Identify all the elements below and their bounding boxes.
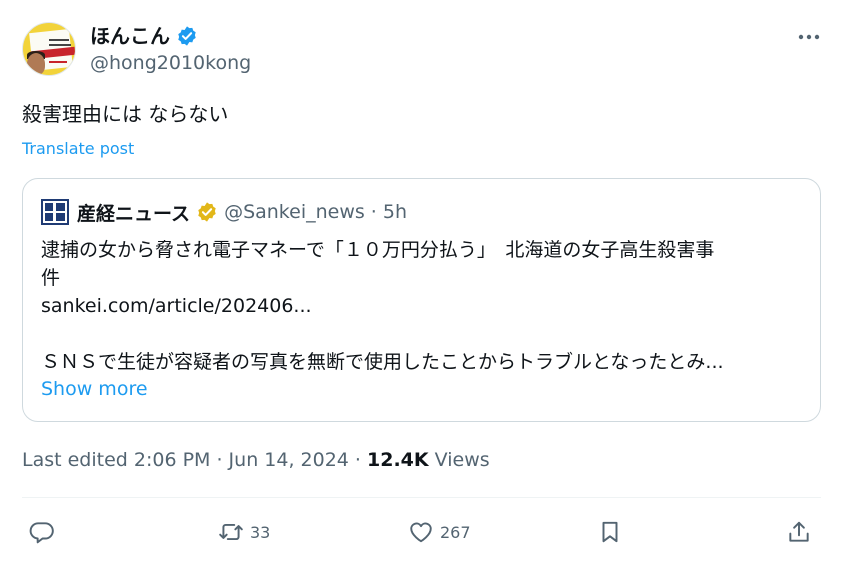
more-options-icon[interactable] xyxy=(796,28,822,46)
repost-button[interactable]: 33 xyxy=(218,515,270,549)
quoted-handle-time[interactable]: @Sankei_news · 5h xyxy=(224,201,407,223)
quoted-line: 逮捕の女から脅され電子マネーで「１０万円分払う」 北海道の女子高生殺害事 xyxy=(41,239,715,261)
author-display-name[interactable]: ほんこん xyxy=(90,23,170,49)
quoted-post-body: 逮捕の女から脅され電子マネーで「１０万円分払う」 北海道の女子高生殺害事 件 s… xyxy=(41,236,811,376)
quoted-post-card[interactable]: 産経ニュース @Sankei_news · 5h 逮捕の女から脅され電子マネーで… xyxy=(22,178,821,422)
verified-badge-icon xyxy=(178,26,196,46)
quoted-line: ＳＮＳで生徒が容疑者の写真を無断で使用したことからトラブルとなったとみ... xyxy=(41,351,724,373)
author-avatar[interactable] xyxy=(22,22,76,76)
translate-post-link[interactable]: Translate post xyxy=(22,139,134,159)
edited-timestamp[interactable]: Last edited 2:06 PM · Jun 14, 2024 · xyxy=(22,449,367,471)
like-button[interactable]: 267 xyxy=(408,515,471,549)
like-count: 267 xyxy=(440,522,471,542)
avatar-person xyxy=(27,53,45,75)
post-meta: Last edited 2:06 PM · Jun 14, 2024 · 12.… xyxy=(22,448,490,472)
sankei-logo-icon xyxy=(41,199,69,225)
bookmark-button[interactable] xyxy=(597,515,623,549)
views-label: Views xyxy=(428,449,490,471)
show-more-link[interactable]: Show more xyxy=(41,376,148,402)
action-divider xyxy=(22,497,821,498)
author-name-row[interactable]: ほんこん xyxy=(90,23,198,49)
post-actions: 33 267 xyxy=(0,515,846,549)
heart-icon xyxy=(410,522,432,543)
post-text: 殺害理由には ならない xyxy=(22,102,229,126)
quoted-line: 件 xyxy=(41,267,61,289)
author-handle[interactable]: @hong2010kong xyxy=(90,51,251,75)
reply-icon xyxy=(29,522,54,544)
verified-gold-badge-icon xyxy=(198,202,216,222)
quoted-post-header: 産経ニュース @Sankei_news · 5h xyxy=(41,199,407,225)
quoted-link[interactable]: sankei.com/article/202406... xyxy=(41,292,811,320)
views-count: 12.4K xyxy=(367,449,429,471)
repost-count: 33 xyxy=(250,522,271,542)
quoted-line-blank xyxy=(41,320,811,348)
bookmark-icon xyxy=(602,521,618,543)
repost-icon xyxy=(219,523,243,541)
share-icon xyxy=(789,521,809,542)
share-button[interactable] xyxy=(786,515,812,549)
quoted-author-name[interactable]: 産経ニュース xyxy=(77,199,190,226)
reply-button[interactable] xyxy=(29,515,55,549)
